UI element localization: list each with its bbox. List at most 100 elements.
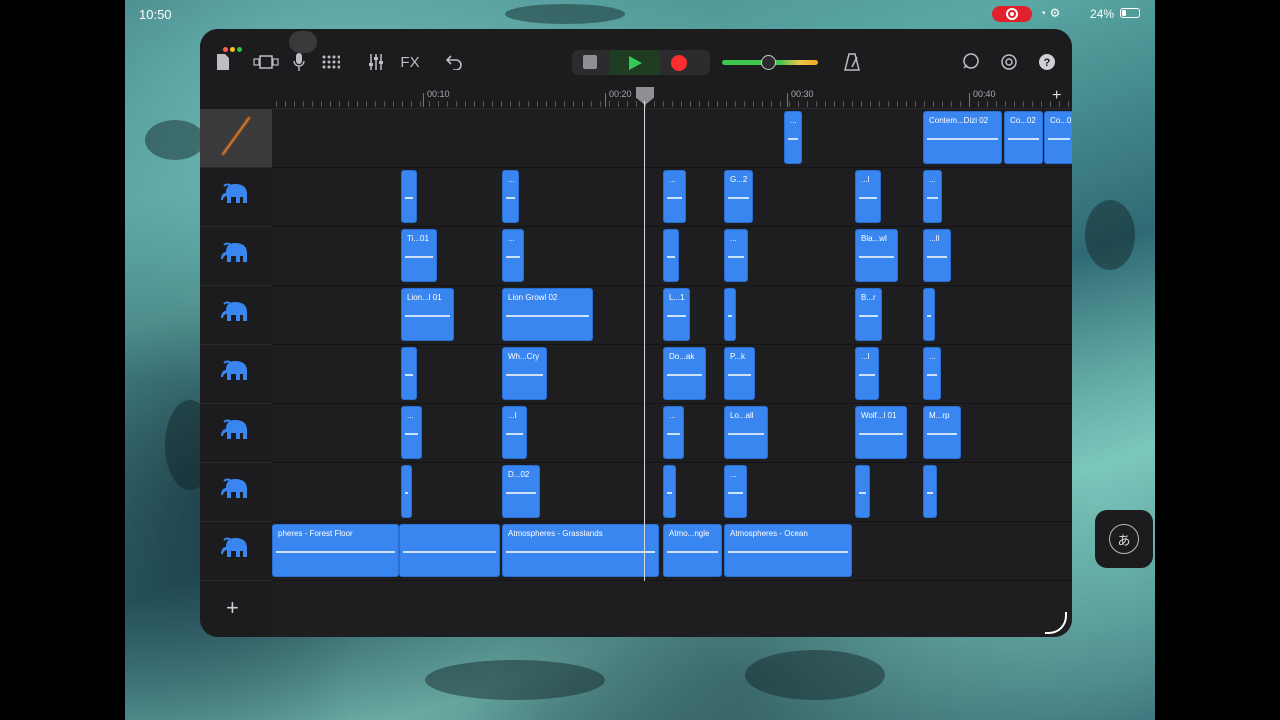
audio-region[interactable]: ... [502, 170, 519, 223]
status-time: 10:50 [139, 7, 172, 22]
audio-region[interactable] [401, 170, 417, 223]
track-lane-8[interactable]: pheres - Forest Floor Atmospheres - Grass… [272, 522, 1072, 581]
audio-region[interactable]: Wh...Cry [502, 347, 547, 400]
audio-region[interactable] [923, 465, 937, 518]
audio-region[interactable]: ... [663, 170, 686, 223]
audio-region[interactable]: Atmospheres - Ocean [724, 524, 852, 577]
ruler-tick [897, 101, 898, 107]
grid-icon[interactable] [321, 51, 341, 73]
audio-region[interactable]: Atmo...ngle [663, 524, 722, 577]
ruler-tick [276, 101, 277, 107]
audio-region[interactable]: L...1 [663, 288, 690, 341]
audio-region[interactable]: D...02 [502, 465, 540, 518]
track-lane-2[interactable]: ...... G...2 ...l... [272, 168, 1072, 227]
microphone-icon[interactable] [290, 51, 308, 73]
audio-region[interactable] [724, 288, 736, 341]
audio-region[interactable]: ... [502, 229, 524, 282]
add-section-button[interactable]: + [1052, 87, 1061, 105]
audio-region[interactable]: ... [784, 111, 802, 164]
audio-region[interactable]: ...l [855, 347, 879, 400]
waveform [927, 255, 947, 258]
audio-region[interactable]: ... [401, 406, 422, 459]
ruler-tick [285, 101, 286, 107]
audio-region[interactable]: Atmospheres - Grasslands [502, 524, 659, 577]
track-header-6[interactable] [200, 404, 272, 463]
audio-region[interactable]: ...l [855, 170, 881, 223]
window-drag-handle[interactable] [289, 31, 317, 53]
audio-region[interactable] [663, 229, 679, 282]
audio-region[interactable] [663, 465, 676, 518]
waveform [667, 196, 682, 199]
audio-region[interactable]: ... [724, 465, 747, 518]
undo-icon[interactable] [443, 51, 465, 73]
audio-region[interactable] [923, 288, 935, 341]
settings-icon[interactable] [998, 51, 1020, 73]
track-header-1[interactable] [200, 109, 272, 168]
audio-region[interactable]: Wolf...l 01 [855, 406, 907, 459]
audio-region[interactable]: ... [724, 229, 748, 282]
track-header-3[interactable] [200, 227, 272, 286]
audio-region[interactable]: P...k [724, 347, 755, 400]
track-lane-4[interactable]: Lion...l 01 Lion Growl 02 L...1 B...r [272, 286, 1072, 345]
keyboard-language-icon: あ [1109, 524, 1139, 554]
track-lane-7[interactable]: D...02... [272, 463, 1072, 522]
help-icon[interactable]: ? [1036, 51, 1058, 73]
ruler-tick [699, 101, 700, 107]
audio-region[interactable]: ... [663, 406, 684, 459]
document-icon[interactable] [214, 51, 232, 73]
audio-region[interactable] [401, 347, 417, 400]
play-button[interactable] [610, 50, 660, 75]
audio-region[interactable]: Co...0 [1044, 111, 1072, 164]
waveform [405, 432, 418, 435]
ruler-tick [330, 101, 331, 107]
track-header-4[interactable] [200, 286, 272, 345]
fx-button[interactable]: FX [396, 51, 424, 73]
audio-region[interactable] [401, 465, 412, 518]
stop-button[interactable] [583, 55, 597, 69]
timeline-ruler[interactable]: 00:10 00:20 00:30 00:40 [272, 89, 1072, 109]
audio-region[interactable] [399, 524, 500, 577]
ruler-tick [312, 101, 313, 107]
loop-icon[interactable] [960, 51, 982, 73]
ruler-tick [465, 101, 466, 107]
audio-region[interactable]: Co...02 [1004, 111, 1043, 164]
audio-region[interactable]: B...r [855, 288, 882, 341]
track-header-8[interactable] [200, 522, 272, 581]
audio-region[interactable]: ...ll [923, 229, 951, 282]
audio-region[interactable]: Lo...all [724, 406, 768, 459]
track-header-2[interactable] [200, 168, 272, 227]
audio-region[interactable]: ... [923, 347, 941, 400]
track-view-icon[interactable] [252, 51, 280, 73]
track-lane-1[interactable]: ... Contem...Dizi 02 Co...02 Co...0 [272, 109, 1072, 168]
screen-recording-indicator[interactable] [992, 6, 1032, 22]
audio-region[interactable]: G...2 [724, 170, 753, 223]
record-button[interactable] [671, 55, 687, 71]
tracks-area[interactable]: ... Contem...Dizi 02 Co...02 Co...0...... G.… [272, 109, 1072, 637]
ruler-tick [771, 101, 772, 107]
audio-region[interactable]: Ti...01 [401, 229, 437, 282]
add-track-button[interactable]: + [226, 595, 239, 621]
waveform [728, 373, 751, 376]
audio-region[interactable]: Do...ak [663, 347, 706, 400]
track-lane-6[interactable]: ... ...l... Lo...all Wolf...l 01 M...rp [272, 404, 1072, 463]
ruler-tick [717, 101, 718, 107]
track-header-7[interactable] [200, 463, 272, 522]
volume-knob[interactable] [761, 55, 776, 70]
audio-region[interactable]: ...l [502, 406, 527, 459]
audio-region[interactable]: M...rp [923, 406, 961, 459]
track-header-5[interactable] [200, 345, 272, 404]
input-method-button[interactable]: あ [1095, 510, 1153, 568]
master-volume-slider[interactable] [722, 55, 818, 70]
audio-region[interactable]: Bla...wl [855, 229, 898, 282]
mixer-icon[interactable] [366, 51, 386, 73]
audio-region[interactable] [855, 465, 870, 518]
track-lane-5[interactable]: Wh...Cry Do...ak P...k ...l... [272, 345, 1072, 404]
metronome-icon[interactable] [842, 51, 862, 73]
region-name: ... [929, 352, 936, 361]
audio-region[interactable]: Contem...Dizi 02 [923, 111, 1002, 164]
track-lane-3[interactable]: Ti...01...... Bla...wl ...ll [272, 227, 1072, 286]
audio-region[interactable]: ... [923, 170, 942, 223]
audio-region[interactable]: pheres - Forest Floor [272, 524, 399, 577]
audio-region[interactable]: Lion Growl 02 [502, 288, 593, 341]
audio-region[interactable]: Lion...l 01 [401, 288, 454, 341]
